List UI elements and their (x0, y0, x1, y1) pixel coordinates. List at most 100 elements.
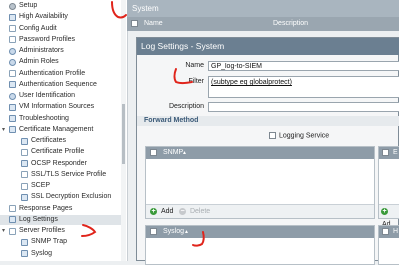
nav-item[interactable]: ▾ Certificate Management (0, 125, 121, 135)
http-grid: H (378, 225, 399, 265)
expand-toggle-icon[interactable]: ▾ (2, 226, 7, 236)
nav-item[interactable]: ▾ Server Profiles (0, 226, 121, 236)
navigation-tree: Setup High Availability Config Audit Passwo… (0, 0, 128, 261)
nav-item[interactable]: Certificate Profile (0, 147, 121, 157)
network-icon (9, 13, 16, 21)
email-column-header[interactable]: E (393, 147, 398, 159)
email-toolbar: + Ad (379, 204, 399, 228)
nav-item[interactable]: Password Profiles (0, 35, 121, 45)
nav-item[interactable]: SNMP Trap (0, 237, 121, 247)
nav-item[interactable]: Admin Roles (0, 57, 121, 67)
gear-icon (9, 2, 16, 10)
auth-sequence-icon (9, 81, 16, 89)
nav-item-label: Authentication Sequence (19, 80, 97, 88)
nav-item-label: User Identification (19, 92, 76, 99)
nav-item[interactable]: OCSP Responder (0, 159, 121, 169)
select-all-checkbox[interactable] (131, 20, 138, 27)
user-icon (9, 47, 16, 55)
nav-item[interactable]: Setup (0, 1, 121, 11)
sort-asc-icon: ▲ (184, 229, 189, 235)
server-profiles-icon (9, 227, 16, 235)
name-label: Name (185, 62, 204, 69)
syslog-grid-header: Syslog ▲ (146, 226, 374, 238)
nav-item[interactable]: Certificates (0, 136, 121, 146)
nav-item[interactable]: User Identification (0, 91, 121, 101)
nav-item[interactable]: Administrators (0, 46, 121, 56)
nav-item[interactable]: Config Audit (0, 24, 121, 34)
column-description[interactable]: Description (273, 20, 308, 27)
audit-icon (9, 25, 16, 32)
nav-item-label: Syslog (31, 249, 53, 257)
http-grid-header: H (379, 226, 399, 238)
certificate-icon (21, 137, 28, 145)
nav-item-label: SNMP Trap (31, 238, 68, 246)
snmp-add-button[interactable]: + Add (150, 205, 173, 218)
ocsp-icon (21, 160, 28, 167)
nav-item[interactable]: SSL/TLS Service Profile (0, 170, 121, 180)
nav-item[interactable]: Log Settings (0, 214, 121, 225)
http-select-all-checkbox[interactable] (382, 228, 389, 235)
add-label: Add (160, 208, 174, 215)
delete-icon: − (179, 207, 186, 215)
system-header: System (127, 0, 399, 17)
snmp-toolbar: + Add − Delete (146, 204, 374, 218)
nav-item[interactable]: Syslog (0, 249, 121, 259)
log-settings-dialog: Log Settings - System Name Filter (subty… (136, 37, 399, 265)
logging-service-option[interactable]: Logging Service (269, 132, 329, 139)
snmp-delete-button[interactable]: − Delete (179, 205, 210, 218)
nav-item-label: OCSP Responder (31, 159, 87, 167)
add-icon: + (150, 207, 157, 215)
snmp-column-header[interactable]: SNMP (163, 147, 183, 159)
nav-item[interactable]: SCEP (0, 181, 121, 191)
description-field[interactable] (208, 102, 399, 112)
nav-item[interactable]: VM Information Sources (0, 102, 121, 112)
dialog-title: Log Settings - System (137, 38, 399, 55)
email-select-all-checkbox[interactable] (382, 149, 389, 156)
nav-item-label: Setup (19, 2, 38, 9)
troubleshoot-icon (9, 115, 16, 122)
delete-label: Delete (189, 208, 211, 215)
nav-item-label: Log Settings (19, 215, 58, 223)
logging-service-checkbox[interactable] (269, 132, 276, 139)
tree-scrollbar[interactable] (121, 0, 126, 261)
nav-item[interactable]: Authentication Sequence (0, 80, 121, 90)
log-settings-icon (9, 216, 16, 224)
filter-value: (subtype eq globalprotect) (211, 79, 292, 86)
add-icon: + (381, 207, 388, 215)
nav-item-label: Certificate Management (19, 125, 94, 133)
user-id-icon (9, 92, 16, 100)
password-icon (9, 36, 16, 44)
nav-item-label: SSL Decryption Exclusion (31, 193, 112, 201)
filter-field[interactable]: (subtype eq globalprotect) (208, 76, 399, 98)
nav-item[interactable]: High Availability (0, 12, 121, 22)
forward-method-heading: Forward Method (137, 116, 399, 126)
nav-item-label: Admin Roles (19, 58, 59, 66)
nav-item-label: Certificates (31, 137, 67, 144)
email-grid: E + Ad (378, 146, 399, 228)
scrollbar-thumb[interactable] (122, 104, 125, 164)
expand-toggle-icon[interactable]: ▾ (2, 125, 7, 135)
certificate-profile-icon (21, 148, 28, 156)
nav-item-label: Config Audit (19, 24, 57, 32)
roles-icon (9, 58, 16, 66)
column-name[interactable]: Name (144, 20, 163, 27)
nav-item-label: Certificate Profile (31, 148, 85, 156)
name-field[interactable] (208, 61, 399, 71)
filter-label: Filter (188, 78, 204, 85)
snmp-grid-header: SNMP ▲ (146, 147, 374, 159)
nav-item-label: High Availability (19, 13, 68, 21)
nav-item-label: Response Pages (19, 204, 73, 212)
nav-item[interactable]: Troubleshooting (0, 114, 121, 124)
snmp-trap-icon (21, 238, 28, 246)
http-column-header[interactable]: H (393, 226, 398, 238)
syslog-select-all-checkbox[interactable] (150, 228, 157, 235)
syslog-column-header[interactable]: Syslog (163, 226, 184, 238)
snmp-select-all-checkbox[interactable] (150, 149, 157, 156)
nav-item-label: SCEP (31, 182, 51, 189)
nav-item[interactable]: Authentication Profile (0, 69, 121, 79)
auth-profile-icon (9, 70, 16, 77)
nav-item-label: Administrators (19, 47, 64, 54)
nav-item[interactable]: SSL Decryption Exclusion (0, 192, 121, 202)
description-label: Description (168, 103, 204, 110)
nav-item[interactable]: Response Pages (0, 204, 121, 214)
